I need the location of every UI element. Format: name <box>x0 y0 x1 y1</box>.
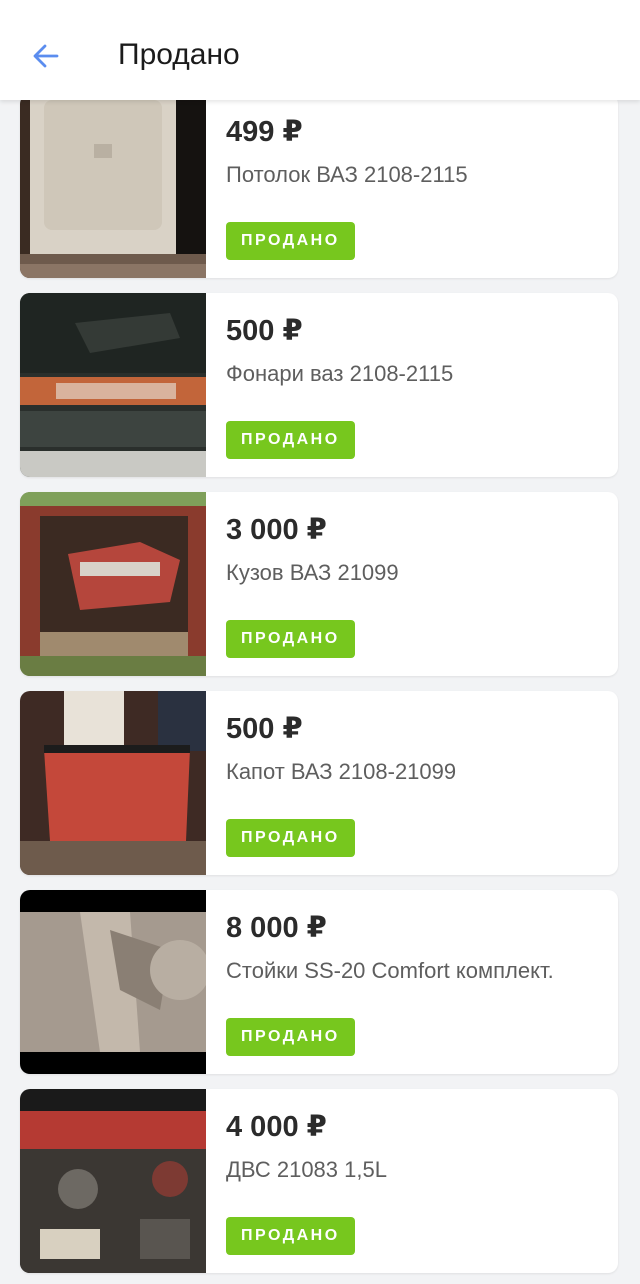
listing-photo <box>20 1089 206 1273</box>
listing-title: Капот ВАЗ 2108-21099 <box>226 759 457 784</box>
listing-card[interactable]: 4 000 ₽ ДВС 21083 1,5L ПРОДАНО <box>20 1089 618 1273</box>
listing-title: Стойки SS-20 Comfort комплект. <box>226 958 554 983</box>
sold-badge: ПРОДАНО <box>226 1018 355 1056</box>
listing-price: 8 000 ₽ <box>226 912 327 944</box>
sold-badge: ПРОДАНО <box>226 620 355 658</box>
listing-title: Потолок ВАЗ 2108-2115 <box>226 162 468 187</box>
sold-badge: ПРОДАНО <box>226 222 355 260</box>
listing-photo <box>20 890 206 1074</box>
listing-photo <box>20 293 206 477</box>
sold-badge: ПРОДАНО <box>226 819 355 857</box>
listing-price: 500 ₽ <box>226 315 303 347</box>
listing-title: Кузов ВАЗ 21099 <box>226 560 399 585</box>
listing-photo <box>20 94 206 278</box>
listing-title: ДВС 21083 1,5L <box>226 1157 387 1182</box>
listing-price: 500 ₽ <box>226 713 303 745</box>
arrow-left-icon <box>33 44 59 68</box>
listing-card[interactable]: 3 000 ₽ Кузов ВАЗ 21099 ПРОДАНО <box>20 492 618 676</box>
back-button[interactable] <box>26 36 66 76</box>
page-title: Продано <box>118 38 240 71</box>
listing-photo <box>20 492 206 676</box>
listing-photo <box>20 691 206 875</box>
sold-badge: ПРОДАНО <box>226 421 355 459</box>
listing-card[interactable]: 499 ₽ Потолок ВАЗ 2108-2115 ПРОДАНО <box>20 94 618 278</box>
listing-card[interactable]: 500 ₽ Фонари ваз 2108-2115 ПРОДАНО <box>20 293 618 477</box>
listing-price: 499 ₽ <box>226 116 303 148</box>
listing-price: 3 000 ₽ <box>226 514 327 546</box>
listing-card[interactable]: 500 ₽ Капот ВАЗ 2108-21099 ПРОДАНО <box>20 691 618 875</box>
listing-card[interactable]: 8 000 ₽ Стойки SS-20 Comfort комплект. П… <box>20 890 618 1074</box>
app-header: Продано <box>0 0 640 100</box>
sold-badge: ПРОДАНО <box>226 1217 355 1255</box>
listing-title: Фонари ваз 2108-2115 <box>226 361 454 386</box>
listing-price: 4 000 ₽ <box>226 1111 327 1143</box>
